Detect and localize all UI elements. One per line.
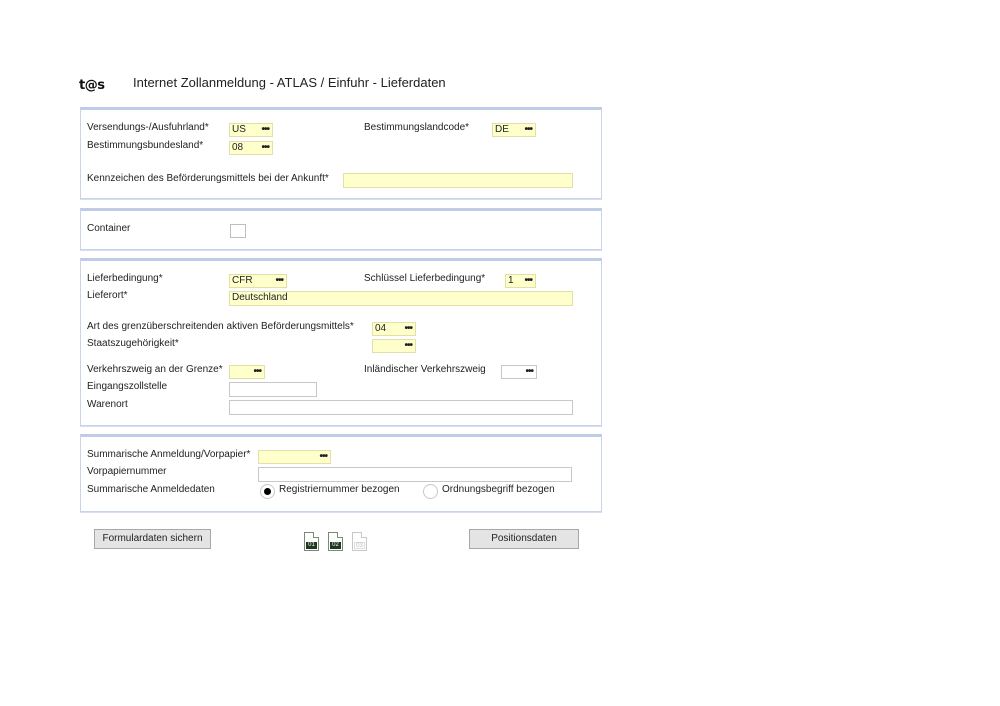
verkehrszweig-grenze-picker-icon[interactable]: ••• (253, 366, 261, 377)
vorpapiernummer-input[interactable] (258, 467, 572, 482)
page-01-icon[interactable]: 01 (304, 532, 319, 551)
bestimmungslandcode-label: Bestimmungslandcode* (364, 122, 470, 133)
registriernummer-radio[interactable] (260, 484, 275, 499)
formulardaten-sichern-button[interactable]: Formulardaten sichern (94, 529, 211, 549)
summarische-anmeldung-select[interactable]: ••• (258, 450, 331, 464)
lieferbedingung-value: CFR (232, 275, 253, 286)
bestimmungsbundesland-value: 08 (232, 142, 244, 153)
summarische-anmeldung-label: Summarische Anmeldung/Vorpapier* (87, 449, 251, 460)
page-title: Internet Zollanmeldung - ATLAS / Einfuhr… (133, 75, 446, 90)
eingangszollstelle-label: Eingangszollstelle (87, 381, 168, 392)
summarische-anmeldedaten-label: Summarische Anmeldedaten (87, 484, 215, 495)
staatszugehoerigkeit-label: Staatszugehörigkeit* (87, 338, 179, 349)
inlaendischer-verkehrszweig-label: Inländischer Verkehrszweig (364, 364, 486, 375)
container-checkbox[interactable] (230, 224, 246, 238)
lieferbedingung-label: Lieferbedingung* (87, 273, 163, 284)
lieferbedingung-picker-icon[interactable]: ••• (275, 275, 283, 286)
page-03-number: 03 (354, 542, 365, 549)
art-befoerderungsmittel-picker-icon[interactable]: ••• (404, 323, 412, 334)
inlaendischer-verkehrszweig-select[interactable]: ••• (501, 365, 537, 379)
section-delivery: Lieferbedingung* CFR ••• Schlüssel Liefe… (80, 258, 602, 426)
section-transport-countries: Versendungs-/Ausfuhrland* US ••• Bestimm… (80, 107, 602, 199)
lieferort-label: Lieferort* (87, 290, 128, 301)
bestimmungsbundesland-label: Bestimmungsbundesland* (87, 140, 204, 151)
bestimmungslandcode-select[interactable]: DE ••• (492, 123, 536, 137)
lieferort-input[interactable]: Deutschland (229, 291, 573, 306)
schluessel-select[interactable]: 1 ••• (505, 274, 536, 288)
ordnungsbegriff-radio[interactable] (423, 484, 438, 499)
schluessel-picker-icon[interactable]: ••• (524, 275, 532, 286)
section-summary-declaration: Summarische Anmeldung/Vorpapier* ••• Vor… (80, 434, 602, 512)
bestimmungslandcode-value: DE (495, 124, 509, 135)
art-befoerderungsmittel-value: 04 (375, 323, 387, 334)
kennzeichen-label: Kennzeichen des Beförderungsmittels bei … (87, 173, 329, 184)
page-01-number: 01 (306, 542, 317, 549)
versendungsland-value: US (232, 124, 246, 135)
staatszugehoerigkeit-select[interactable]: ••• (372, 339, 416, 353)
art-befoerderungsmittel-select[interactable]: 04 ••• (372, 322, 416, 336)
inlaendischer-verkehrszweig-picker-icon[interactable]: ••• (525, 366, 533, 377)
page-02-number: 02 (330, 542, 341, 549)
warenort-input[interactable] (229, 400, 573, 415)
page-03-icon: 03 (352, 532, 367, 551)
schluessel-value: 1 (508, 275, 514, 286)
staatszugehoerigkeit-picker-icon[interactable]: ••• (404, 340, 412, 351)
vorpapiernummer-label: Vorpapiernummer (87, 466, 167, 477)
ordnungsbegriff-radio-label[interactable]: Ordnungsbegriff bezogen (442, 484, 555, 495)
section-container: Container (80, 208, 602, 250)
positionsdaten-button[interactable]: Positionsdaten (469, 529, 579, 549)
bestimmungsbundesland-select[interactable]: 08 ••• (229, 141, 273, 155)
warenort-label: Warenort (87, 399, 128, 410)
summarische-anmeldung-picker-icon[interactable]: ••• (319, 451, 327, 462)
eingangszollstelle-input[interactable] (229, 382, 317, 397)
verkehrszweig-grenze-label: Verkehrszweig an der Grenze* (87, 364, 223, 375)
schluessel-label: Schlüssel Lieferbedingung* (364, 273, 486, 284)
page-02-icon[interactable]: 02 (328, 532, 343, 551)
verkehrszweig-grenze-select[interactable]: ••• (229, 365, 265, 379)
lieferbedingung-select[interactable]: CFR ••• (229, 274, 287, 288)
bestimmungslandcode-picker-icon[interactable]: ••• (524, 124, 532, 135)
versendungsland-picker-icon[interactable]: ••• (261, 124, 269, 135)
app-logo: t@s (79, 78, 105, 93)
art-befoerderungsmittel-label: Art des grenzüberschreitenden aktiven Be… (87, 321, 354, 332)
container-label: Container (87, 223, 131, 234)
bestimmungsbundesland-picker-icon[interactable]: ••• (261, 142, 269, 153)
registriernummer-radio-label[interactable]: Registriernummer bezogen (279, 484, 400, 495)
versendungsland-label: Versendungs-/Ausfuhrland* (87, 122, 209, 133)
versendungsland-select[interactable]: US ••• (229, 123, 273, 137)
kennzeichen-input[interactable] (343, 173, 573, 188)
